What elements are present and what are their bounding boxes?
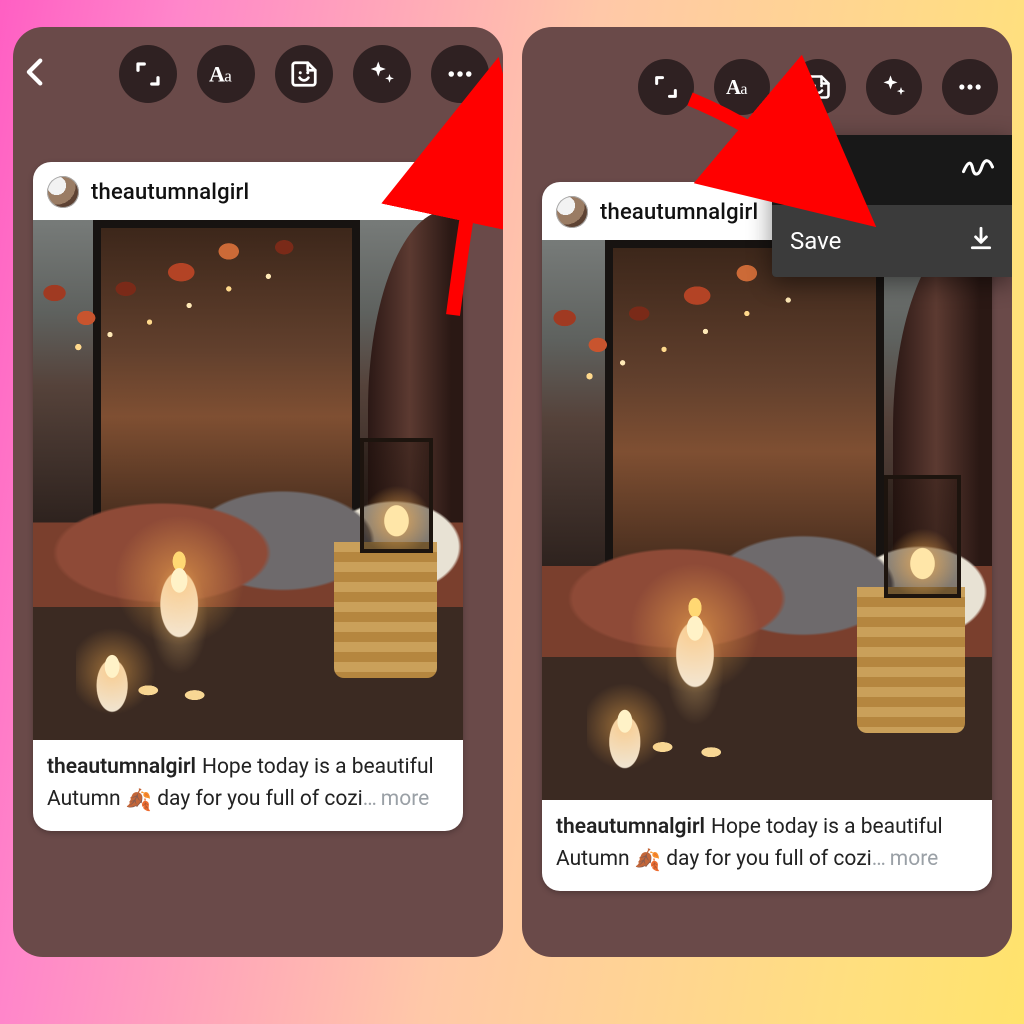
svg-text:A: A	[209, 62, 225, 87]
svg-text:A: A	[726, 76, 741, 99]
phone-frame-left: Aa theautumnalgirl theautumnalgirlHope t…	[13, 27, 503, 957]
caption-text-b: day for you full of cozi	[661, 847, 872, 871]
resize-icon[interactable]	[119, 45, 177, 103]
menu-item-save[interactable]: Save	[772, 205, 1012, 277]
story-post-card: theautumnalgirl theautumnalgirlHope toda…	[33, 162, 463, 831]
caption-ellipsis: …	[872, 847, 886, 871]
leaf-emoji-icon: 🍂	[635, 846, 661, 878]
more-icon[interactable]	[942, 59, 998, 115]
caption-username: theautumnalgirl	[556, 815, 705, 839]
resize-icon[interactable]	[638, 59, 694, 115]
story-toolbar: Aa	[522, 59, 1012, 115]
post-image	[542, 240, 992, 800]
story-toolbar: Aa	[13, 45, 503, 103]
caption-text-b: day for you full of cozi	[152, 787, 363, 811]
post-caption[interactable]: theautumnalgirlHope today is a beautiful…	[33, 740, 463, 831]
tutorial-canvas: Aa theautumnalgirl theautumnalgirlHope t…	[0, 0, 1024, 1024]
more-menu: Draw Save	[772, 135, 1012, 277]
menu-label: Draw	[790, 156, 845, 184]
story-post-card: theautumnalgirl theautumnalgirlHope toda…	[542, 182, 992, 891]
text-icon[interactable]: Aa	[714, 59, 770, 115]
post-caption[interactable]: theautumnalgirlHope today is a beautiful…	[542, 800, 992, 891]
text-icon[interactable]: Aa	[197, 45, 255, 103]
sticker-icon[interactable]	[275, 45, 333, 103]
more-icon[interactable]	[431, 45, 489, 103]
caption-username: theautumnalgirl	[47, 755, 196, 779]
scribble-icon	[962, 155, 994, 185]
svg-text:a: a	[224, 67, 232, 86]
sparkle-icon[interactable]	[353, 45, 411, 103]
sticker-icon[interactable]	[790, 59, 846, 115]
svg-text:a: a	[740, 81, 747, 98]
caption-more[interactable]: more	[381, 787, 429, 811]
caption-ellipsis: …	[363, 787, 377, 811]
leaf-emoji-icon: 🍂	[126, 786, 152, 818]
phone-frame-right: Aa theautumnalgirl theautumnalgirlHope t…	[522, 27, 1012, 957]
post-image	[33, 220, 463, 740]
menu-label: Save	[790, 227, 841, 255]
menu-item-draw[interactable]: Draw	[772, 135, 1012, 205]
caption-more[interactable]: more	[890, 847, 938, 871]
download-icon	[968, 225, 994, 257]
sparkle-icon[interactable]	[866, 59, 922, 115]
